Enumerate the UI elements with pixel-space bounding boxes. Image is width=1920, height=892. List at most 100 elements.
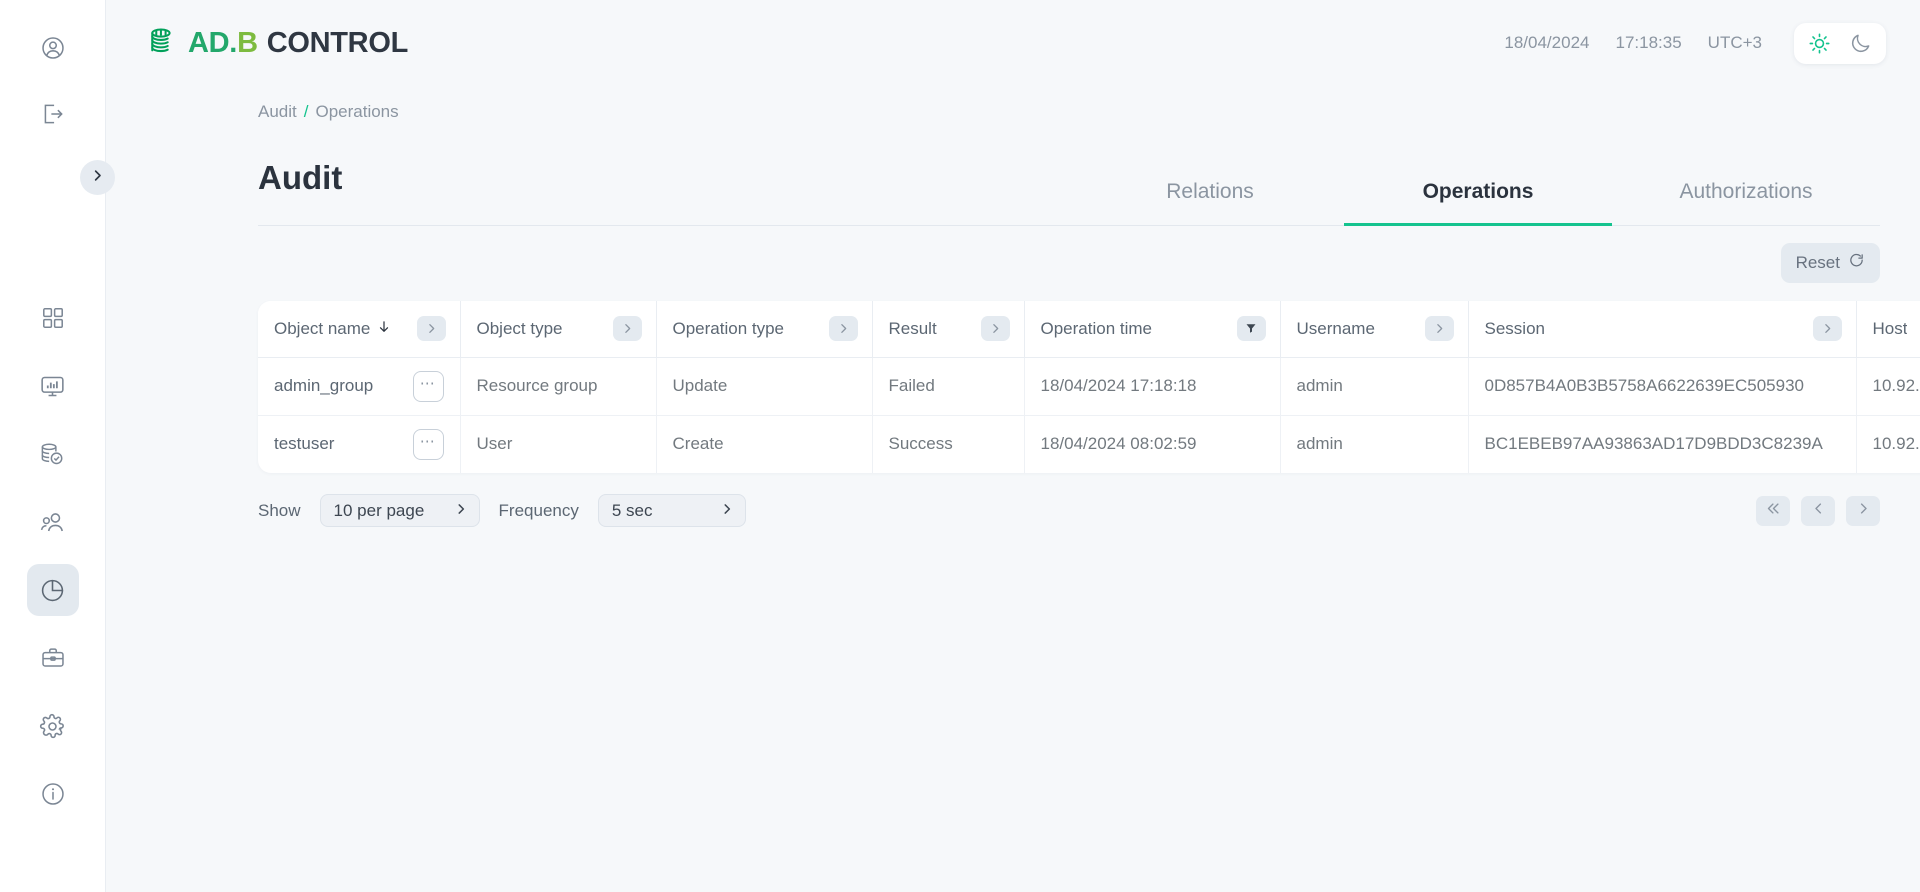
chevron-right-icon (720, 501, 734, 521)
filter-icon (1245, 319, 1257, 339)
breadcrumb-current[interactable]: Operations (315, 102, 398, 122)
prev-page-button[interactable] (1801, 495, 1835, 526)
sun-icon[interactable] (1808, 32, 1831, 55)
next-page-button[interactable] (1846, 495, 1880, 526)
show-label: Show (258, 500, 301, 520)
column-filter-operation-type[interactable] (828, 316, 858, 342)
table-row[interactable]: admin_group ⋯ Resource group Update Fail… (258, 357, 1920, 416)
column-filter-session[interactable] (1812, 316, 1842, 342)
column-label: Host (1872, 318, 1908, 338)
cell-object-type: Resource group (460, 357, 657, 416)
cell-result: Failed (872, 357, 1025, 416)
column-header-object-type[interactable]: Object type (460, 301, 657, 358)
column-header-host[interactable]: Host (1856, 301, 1920, 358)
frequency-label: Frequency (498, 500, 579, 520)
first-page-button[interactable] (1756, 495, 1790, 526)
briefcase-icon (40, 645, 66, 671)
logout-icon (40, 101, 66, 127)
tab-bar: Relations Operations Authorizations (1076, 174, 1880, 226)
app-logo[interactable]: AD.B CONTROL (144, 23, 408, 64)
expand-sidebar-button[interactable] (80, 160, 115, 195)
chevron-right-icon (1856, 501, 1871, 521)
theme-toggle (1794, 22, 1886, 64)
table-head: Object name Object type Operation type R… (258, 301, 1920, 358)
tab-authorizations[interactable]: Authorizations (1612, 174, 1880, 226)
database-check-icon (39, 441, 66, 468)
column-header-operation-time[interactable]: Operation time (1024, 301, 1281, 358)
sidebar-nav-group (26, 292, 79, 820)
column-filter-operation-time[interactable] (1236, 316, 1266, 342)
breadcrumb: Audit / Operations (106, 86, 1920, 122)
cell-operation-type: Create (656, 415, 873, 473)
sidebar-item-info[interactable] (27, 768, 79, 820)
app-root: AD.B CONTROL 18/04/2024 17:18:35 UTC+3 A… (0, 0, 1920, 892)
current-date: 18/04/2024 (1504, 33, 1590, 52)
column-header-operation-type[interactable]: Operation type (656, 301, 873, 358)
toolbar: Reset (258, 243, 1880, 283)
pagination (1756, 495, 1880, 526)
column-header-object-name[interactable]: Object name (258, 301, 461, 358)
sidebar-item-audit[interactable] (26, 564, 79, 616)
object-name-value: testuser (274, 434, 335, 454)
database-stack-icon (144, 23, 180, 64)
object-name-value: admin_group (274, 376, 374, 395)
table-row[interactable]: testuser ⋯ User Create Success 18/04/202… (258, 415, 1920, 473)
tab-operations[interactable]: Operations (1344, 174, 1612, 226)
sidebar (0, 0, 106, 892)
column-header-result[interactable]: Result (872, 301, 1025, 358)
breadcrumb-root[interactable]: Audit (258, 102, 297, 122)
table-body: admin_group ⋯ Resource group Update Fail… (258, 357, 1920, 473)
chevron-left-icon (1811, 501, 1826, 521)
cell-operation-type: Update (656, 357, 873, 416)
page-header: Audit Relations Operations Authorization… (258, 159, 1880, 226)
topbar-right: 18/04/2024 17:18:35 UTC+3 (1504, 22, 1886, 64)
cell-operation-time: 18/04/2024 17:18:18 (1024, 357, 1281, 416)
chevron-right-icon (454, 501, 468, 521)
page-size-select[interactable]: 10 per page (319, 494, 480, 527)
reset-button[interactable]: Reset (1780, 243, 1880, 283)
row-menu-button[interactable]: ⋯ (412, 370, 444, 402)
column-filter-result[interactable] (980, 316, 1010, 342)
arrow-down-icon (377, 319, 391, 339)
row-menu-button[interactable]: ⋯ (412, 428, 444, 460)
cell-result: Success (872, 415, 1025, 473)
column-header-session[interactable]: Session (1468, 301, 1857, 358)
frequency-select[interactable]: 5 sec (597, 494, 746, 527)
logo-dot: . (229, 26, 238, 59)
table-header-row: Object name Object type Operation type R… (258, 301, 1920, 358)
column-label: Session (1484, 318, 1545, 338)
sidebar-item-user-account[interactable] (27, 22, 79, 74)
column-label: Result (888, 318, 937, 338)
logo-b: B (237, 26, 258, 59)
grid-icon (40, 305, 66, 331)
cell-object-name: admin_group ⋯ (258, 357, 461, 416)
current-time: 17:18:35 (1615, 33, 1682, 52)
sidebar-item-dashboard[interactable] (27, 292, 79, 344)
user-circle-icon (40, 35, 66, 61)
chevron-right-icon (90, 168, 105, 188)
column-header-username[interactable]: Username (1280, 301, 1469, 358)
column-filter-object-type[interactable] (612, 316, 642, 342)
sidebar-item-jobs[interactable] (27, 632, 79, 684)
column-label: Operation type (672, 318, 785, 338)
tab-relations[interactable]: Relations (1076, 174, 1344, 226)
column-filter-username[interactable] (1424, 316, 1454, 342)
sidebar-item-logout[interactable] (27, 88, 79, 140)
sidebar-item-users[interactable] (27, 496, 79, 548)
double-chevron-left-icon (1766, 501, 1781, 521)
page-size-value: 10 per page (333, 500, 425, 520)
cell-session: 0D857B4A0B3B5758A6622639EC505930 (1468, 357, 1857, 416)
gear-icon (39, 713, 66, 740)
column-label: Username (1296, 318, 1375, 338)
info-circle-icon (40, 781, 66, 807)
cell-object-name: testuser ⋯ (258, 415, 461, 473)
sidebar-item-backups[interactable] (27, 428, 79, 480)
monitor-chart-icon (39, 373, 66, 400)
sidebar-item-settings[interactable] (27, 700, 79, 752)
column-filter-object-name[interactable] (416, 316, 446, 342)
frequency-value: 5 sec (611, 500, 653, 520)
logo-ad: AD (188, 26, 230, 59)
cell-object-type: User (460, 415, 657, 473)
moon-icon[interactable] (1849, 32, 1872, 55)
sidebar-item-monitoring[interactable] (27, 360, 79, 412)
